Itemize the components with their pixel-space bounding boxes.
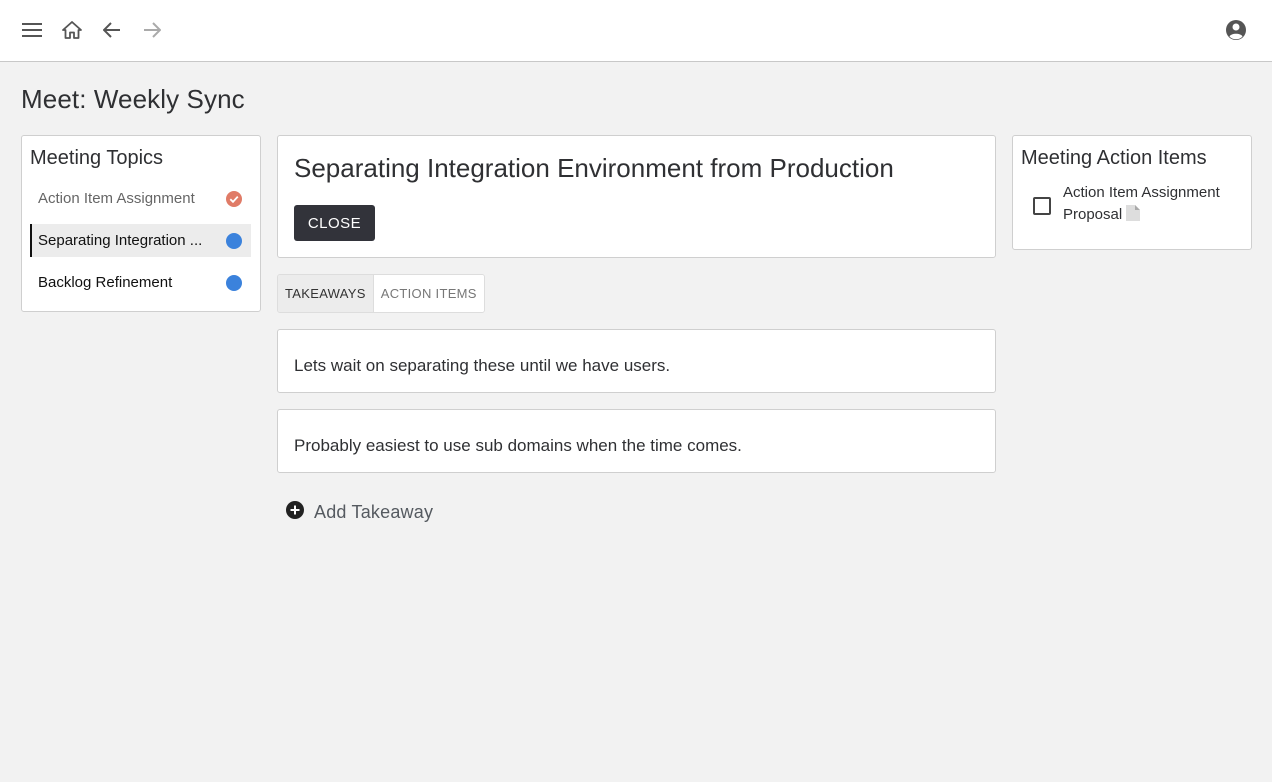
current-topic-panel: Separating Integration Environment from … [277,135,996,258]
meeting-topics-title: Meeting Topics [30,147,164,169]
takeaway-card[interactable]: Lets wait on separating these until we h… [277,329,996,393]
topic-item-separating-integration[interactable]: Separating Integration ... [30,224,251,257]
page-title: Meet: Weekly Sync [21,84,245,114]
add-takeaway-label: Add Takeaway [314,501,434,522]
meeting-action-items-panel: Meeting Action Items Action Item Assignm… [1012,135,1252,250]
plus-circle-icon [286,500,304,524]
arrow-right-icon[interactable] [140,18,164,42]
takeaway-text: Probably easiest to use sub domains when… [294,436,742,455]
action-item-text[interactable]: Action Item Assignment Proposal [1063,182,1243,228]
action-item-checkbox[interactable] [1033,197,1051,215]
tab-action-items[interactable]: ACTION ITEMS [373,275,484,312]
action-item-label: Action Item Assignment Proposal [1063,184,1220,223]
meeting-topics-panel: Meeting Topics Action Item Assignment Se… [21,135,261,312]
takeaway-text: Lets wait on separating these until we h… [294,356,671,375]
meeting-action-items-title: Meeting Action Items [1021,147,1207,169]
arrow-left-icon[interactable] [100,18,124,42]
topic-heading: Separating Integration Environment from … [294,153,894,183]
topic-tabs: TAKEAWAYS ACTION ITEMS [277,274,485,313]
add-takeaway-button[interactable]: Add Takeaway [286,500,433,524]
document-icon[interactable] [1126,205,1141,228]
topic-label: Backlog Refinement [38,274,173,291]
tab-takeaways[interactable]: TAKEAWAYS [278,275,374,312]
top-app-bar [0,0,1272,62]
hamburger-menu-icon[interactable] [20,18,44,42]
close-topic-button[interactable]: CLOSE [294,205,375,241]
home-icon[interactable] [60,18,84,42]
takeaway-card[interactable]: Probably easiest to use sub domains when… [277,409,996,473]
topic-item-action-item-assignment[interactable]: Action Item Assignment [30,182,251,215]
topic-label: Separating Integration ... [38,232,203,249]
status-dot-icon [226,274,242,291]
topic-item-backlog-refinement[interactable]: Backlog Refinement [30,266,251,299]
status-dot-icon [226,232,242,249]
account-circle-icon[interactable] [1224,18,1248,42]
check-circle-icon [226,190,242,207]
topic-label: Action Item Assignment [38,190,195,207]
